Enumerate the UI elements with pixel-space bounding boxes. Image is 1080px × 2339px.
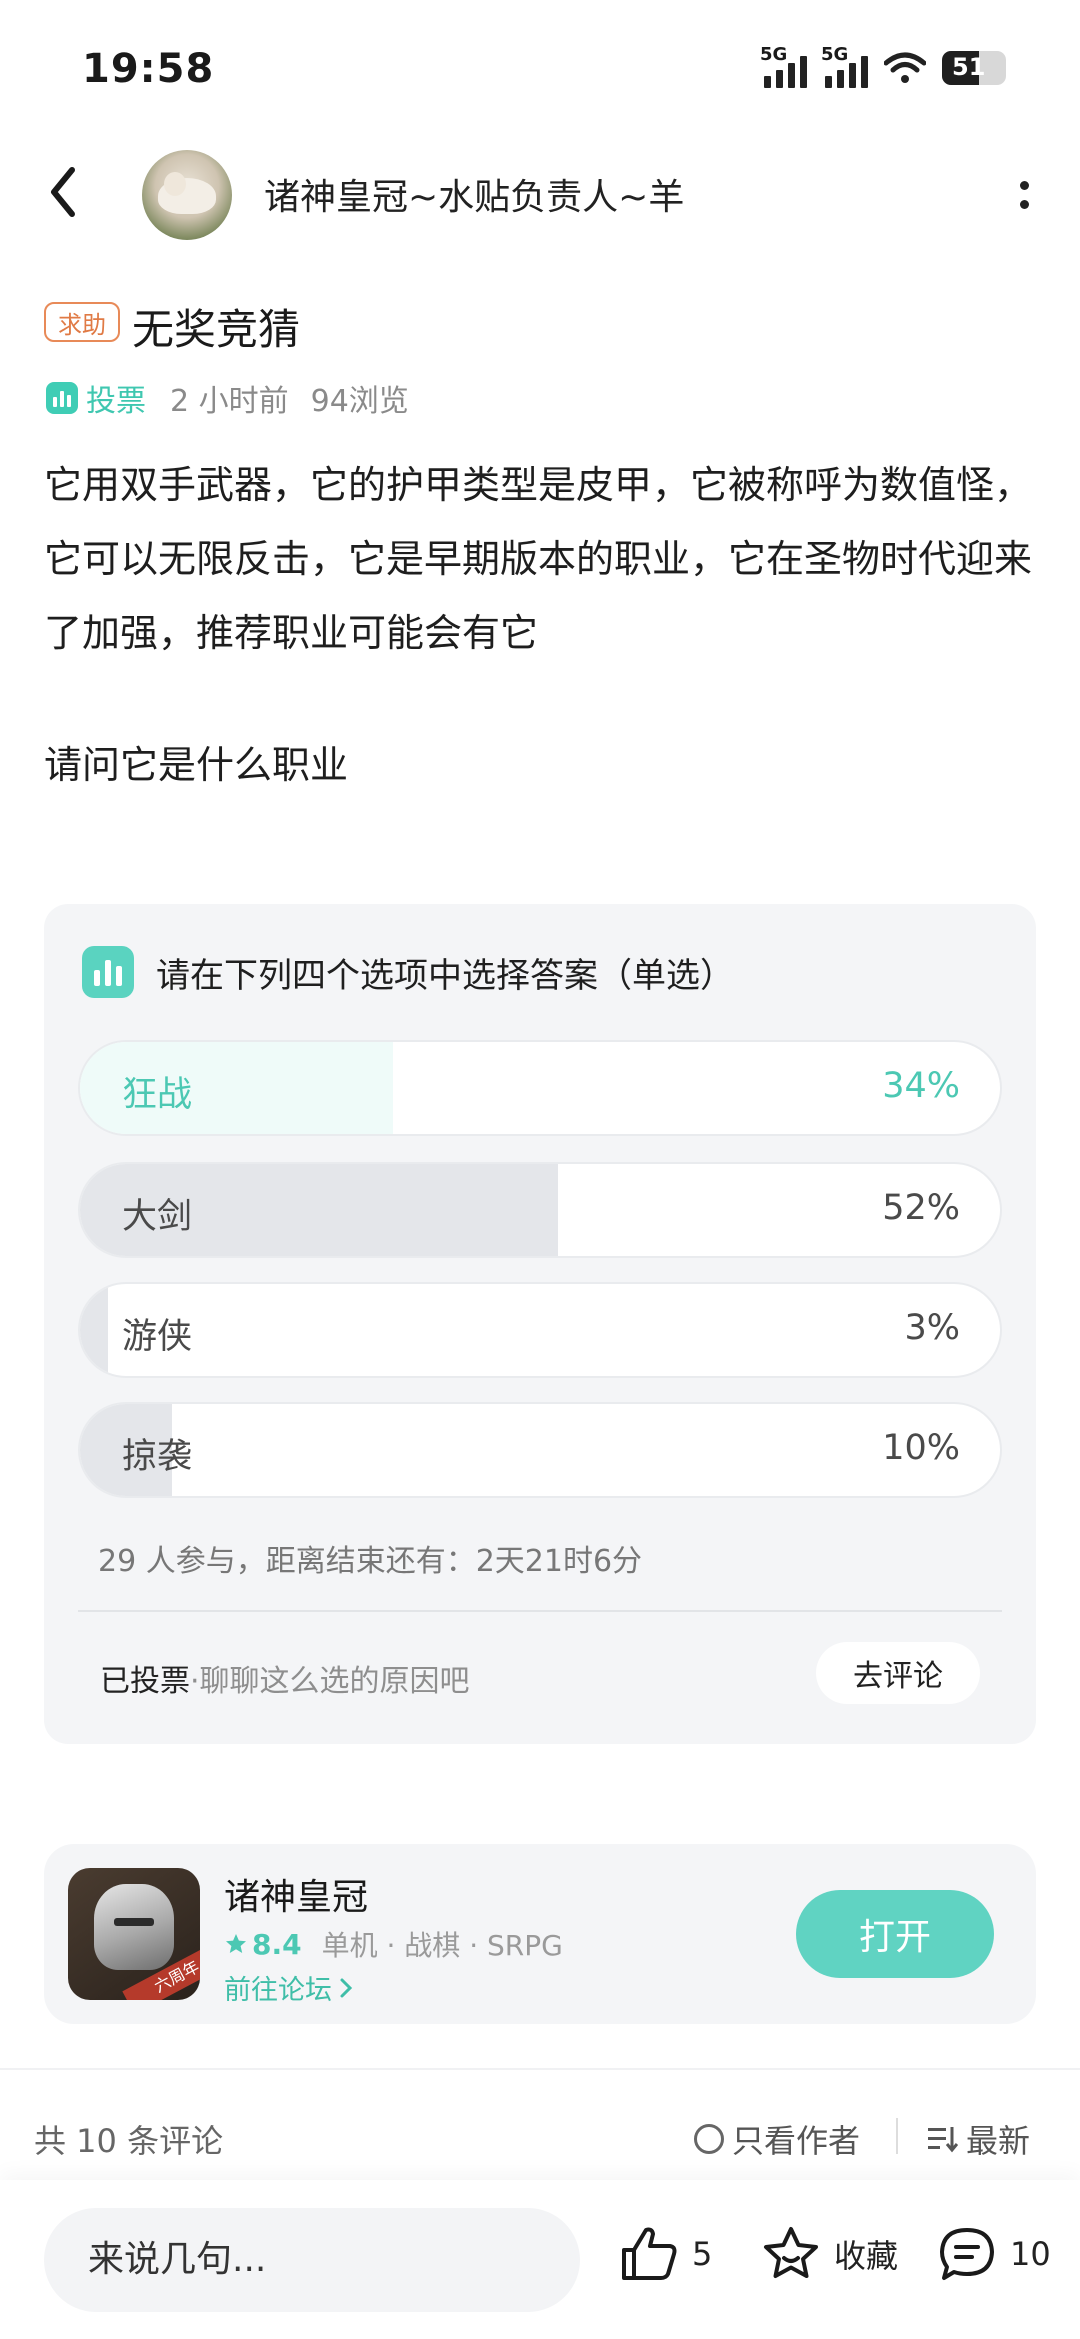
- divider: [0, 2068, 1080, 2070]
- poll-option[interactable]: 大剑 52%: [78, 1162, 1002, 1258]
- back-button[interactable]: [44, 162, 104, 232]
- divider: [896, 2118, 898, 2154]
- vote-icon: [46, 382, 78, 414]
- poll-icon: [82, 946, 134, 998]
- network-type-label: 5G: [760, 44, 788, 65]
- post-question: 请问它是什么职业: [44, 743, 349, 787]
- voted-hint: ·聊聊这么选的原因吧: [190, 1664, 470, 1699]
- help-tag: 求助: [44, 302, 120, 342]
- forum-link-label: 前往论坛: [224, 1975, 332, 2006]
- poll-option-percent: 3%: [904, 1308, 960, 1348]
- post-header: 诸神皇冠~水贴负责人~羊: [0, 140, 1080, 250]
- post-body: 它用双手武器，它的护甲类型是皮甲，它被称呼为数值怪，它可以无限反击，它是早期版本…: [44, 463, 1033, 655]
- poll-header: 请在下列四个选项中选择答案（单选）: [82, 946, 734, 998]
- game-meta: 8.4 单机 · 战棋 · SRPG: [224, 1924, 563, 1964]
- post-meta: 投票 2 小时前 94浏览: [46, 376, 409, 420]
- comment-count-badge: 10: [1010, 2235, 1051, 2273]
- poll-question: 请在下列四个选项中选择答案（单选）: [156, 955, 734, 996]
- game-icon: 六周年: [68, 1868, 200, 2000]
- comment-count: 共 10 条评论: [34, 2122, 224, 2160]
- like-button[interactable]: 5: [618, 2224, 712, 2284]
- poll-option-bar: [80, 1284, 108, 1376]
- open-game-button[interactable]: 打开: [796, 1890, 994, 1978]
- poll-option-label: 游侠: [122, 1317, 193, 1357]
- chevron-left-icon: [51, 167, 75, 217]
- comment-input[interactable]: 来说几句...: [44, 2208, 580, 2312]
- favorite-button[interactable]: 收藏: [760, 2224, 898, 2284]
- poll-option-percent: 52%: [882, 1188, 960, 1228]
- author-name[interactable]: 诸神皇冠~水贴负责人~羊: [264, 168, 684, 220]
- poll-option[interactable]: 游侠 3%: [78, 1282, 1002, 1378]
- game-card[interactable]: 六周年 诸神皇冠 8.4 单机 · 战棋 · SRPG 前往论坛 打开: [44, 1844, 1036, 2024]
- post-title: 无奖竞猜: [132, 305, 301, 354]
- comment-icon: [940, 2228, 994, 2280]
- forum-link[interactable]: 前往论坛: [224, 1968, 354, 2007]
- only-author-label: 只看作者: [732, 2122, 861, 2160]
- status-bar: 19:58 5G 5G 51: [0, 0, 1080, 140]
- favorite-label: 收藏: [834, 2237, 899, 2275]
- more-options-button[interactable]: [1014, 170, 1034, 220]
- poll-option-percent: 34%: [882, 1066, 960, 1106]
- poll-option-label: 狂战: [122, 1075, 193, 1115]
- poll-option[interactable]: 狂战 34%: [78, 1040, 1002, 1136]
- thumbs-up-icon: [622, 2227, 677, 2280]
- poll-option-label: 掠袭: [122, 1437, 193, 1477]
- battery-level: 51: [952, 53, 986, 81]
- post-type-label: 投票: [86, 384, 146, 419]
- post-time: 2 小时前: [170, 384, 289, 419]
- wifi-icon: [884, 52, 926, 83]
- more-icon: [1019, 181, 1029, 190]
- poll-option-percent: 10%: [882, 1428, 960, 1468]
- signal-icon: 5G: [821, 44, 868, 88]
- poll-option[interactable]: 掠袭 10%: [78, 1402, 1002, 1498]
- divider: [78, 1610, 1002, 1612]
- voted-label: 已投票: [100, 1664, 190, 1699]
- like-count: 5: [692, 2235, 713, 2273]
- go-comment-button[interactable]: 去评论: [816, 1642, 980, 1704]
- game-tags: 单机 · 战棋 · SRPG: [321, 1929, 563, 1962]
- avatar[interactable]: [142, 150, 232, 240]
- sort-label: 最新: [966, 2122, 1031, 2160]
- sort-button[interactable]: 最新: [928, 2116, 1030, 2162]
- game-name: 诸神皇冠: [224, 1877, 369, 1918]
- sort-icon: [928, 2127, 958, 2153]
- poll-card: 请在下列四个选项中选择答案（单选） 狂战 34% 大剑 52% 游侠 3% 掠袭…: [44, 904, 1036, 1744]
- bottom-action-bar: 来说几句... 5 收藏 10: [0, 2180, 1080, 2339]
- network-type-label: 5G: [821, 44, 849, 65]
- game-rating-value: 8.4: [252, 1927, 302, 1961]
- game-rating: 8.4: [224, 1928, 302, 1961]
- star-icon: [226, 1934, 246, 1953]
- radio-icon: [694, 2124, 724, 2154]
- only-author-toggle[interactable]: 只看作者: [694, 2116, 860, 2162]
- star-outline-icon: [764, 2227, 818, 2278]
- post-detail-screen: 19:58 5G 5G 51 诸神皇冠~水贴负责人~羊 求助 无奖竞猜 投票 2…: [0, 0, 1080, 2339]
- chevron-right-icon: [340, 1978, 353, 1997]
- poll-stats: 29 人参与，距离结束还有：2天21时6分: [98, 1544, 643, 1579]
- post-views: 94浏览: [310, 384, 409, 419]
- status-time: 19:58: [82, 46, 215, 92]
- voted-status: 已投票·聊聊这么选的原因吧: [100, 1656, 470, 1700]
- comment-button[interactable]: 10: [936, 2224, 1051, 2284]
- poll-option-label: 大剑: [122, 1197, 193, 1237]
- status-icons: 5G 5G 51: [760, 44, 1006, 88]
- signal-icon: 5G: [760, 44, 807, 88]
- battery-icon: 51: [942, 51, 1006, 85]
